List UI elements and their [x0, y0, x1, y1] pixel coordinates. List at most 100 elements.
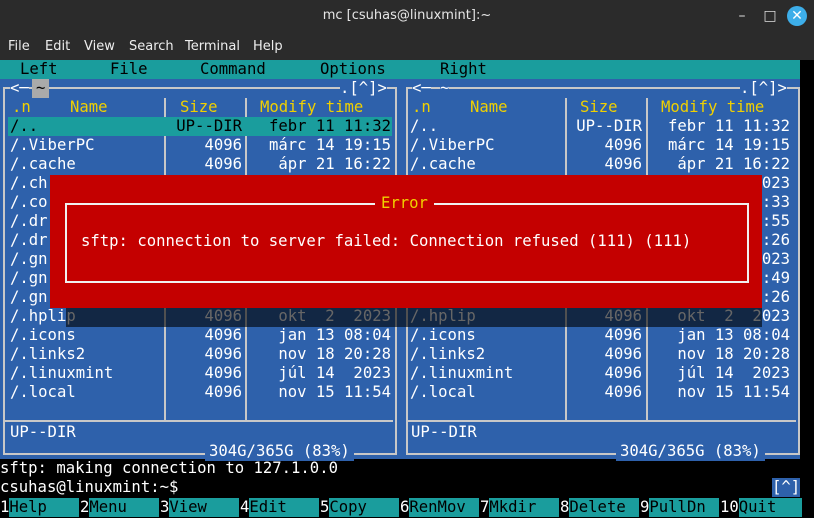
menu-help[interactable]: Help — [253, 39, 283, 54]
error-dialog-message: sftp: connection to server failed: Conne… — [81, 232, 692, 250]
fkey-pulldn[interactable]: 9PullDn — [640, 498, 720, 518]
left-row-name[interactable]: /.cache — [10, 155, 76, 174]
right-row-size[interactable]: 4096 — [567, 136, 642, 155]
shell-prompt[interactable]: csuhas@linuxmint:~$ — [0, 478, 178, 497]
right-row-size[interactable]: 4096 — [567, 155, 642, 174]
right-header-time[interactable]: Modify time — [661, 98, 764, 117]
fkey-copy[interactable]: 5Copy — [320, 498, 400, 518]
left-header-size[interactable]: Size — [180, 98, 218, 117]
left-panel-corner[interactable]: .[^]> — [340, 79, 387, 98]
fkey-label: View — [169, 498, 240, 517]
right-row-size[interactable]: 4096 — [567, 364, 642, 383]
right-row-time[interactable]: nov 15 11:54 — [649, 383, 790, 402]
history-button[interactable]: [^] — [772, 478, 801, 497]
fkey-menu[interactable]: 2Menu — [80, 498, 160, 518]
fkey-label: Copy — [329, 498, 400, 517]
right-row-time[interactable]: márc 14 19:15 — [649, 136, 790, 155]
right-header-n[interactable]: .n — [412, 98, 431, 117]
left-row-name[interactable]: /.gn — [10, 288, 48, 307]
right-row-size[interactable]: UP--DIR — [567, 117, 642, 136]
right-row-size[interactable]: 4096 — [567, 345, 642, 364]
right-row-time[interactable]: ápr 21 16:22 — [649, 155, 790, 174]
fkey-quit[interactable]: 10Quit — [720, 498, 802, 518]
fkey-view[interactable]: 3View — [160, 498, 240, 518]
left-row-time[interactable]: jan 13 08:04 — [248, 326, 391, 345]
left-row-time[interactable]: ápr 21 16:22 — [248, 155, 391, 174]
left-row-size[interactable]: 4096 — [166, 155, 242, 174]
left-row-size[interactable]: 4096 — [166, 364, 242, 383]
fkey-delete[interactable]: 8Delete — [560, 498, 640, 518]
right-row-time[interactable]: jan 13 08:04 — [649, 326, 790, 345]
right-row-name[interactable]: /.ViberPC — [410, 136, 495, 155]
console-output-line: sftp: making connection to 127.1.0.0 — [0, 459, 338, 477]
left-row-name[interactable]: /.gn — [10, 269, 48, 288]
left-row-name[interactable]: /.dr — [10, 231, 48, 250]
terminal-area[interactable]: Left File Command Options Right <─ ~ .[^… — [0, 60, 814, 518]
right-panel-path[interactable]: ~ — [440, 79, 450, 98]
fkey-mkdir[interactable]: 7Mkdir — [480, 498, 560, 518]
left-row-name[interactable]: /.co — [10, 193, 48, 212]
right-row-name[interactable]: /.cache — [410, 155, 476, 174]
mc-menu-command[interactable]: Command — [200, 60, 266, 79]
left-row-name[interactable]: /.links2 — [10, 345, 85, 364]
fkey-label: Menu — [89, 498, 160, 517]
menu-terminal[interactable]: Terminal — [185, 39, 240, 54]
right-row-name[interactable]: /.links2 — [410, 345, 485, 364]
left-row-name[interactable]: /.gn — [10, 250, 48, 269]
right-row-time[interactable]: febr 11 11:32 — [649, 117, 790, 136]
right-row-name[interactable]: /.. — [410, 117, 438, 136]
left-row-name[interactable]: /.local — [10, 383, 76, 402]
right-panel-corner[interactable]: .[^]> — [740, 79, 787, 98]
left-row-size[interactable]: UP--DIR — [166, 117, 242, 136]
left-row-time[interactable]: febr 11 11:32 — [248, 117, 391, 136]
fkey-number: 10 — [720, 498, 739, 516]
right-row-name[interactable]: /.icons — [410, 326, 476, 345]
right-header-name[interactable]: Name — [470, 98, 508, 117]
left-row-time[interactable]: júl 14 2023 — [248, 364, 391, 383]
fkey-label: Delete — [569, 498, 640, 517]
left-row-name[interactable]: /.ch — [10, 174, 48, 193]
menu-view[interactable]: View — [84, 39, 115, 54]
left-row-size[interactable]: 4096 — [166, 326, 242, 345]
left-row-size[interactable]: 4096 — [166, 383, 242, 402]
right-row-name[interactable]: /.linuxmint — [410, 364, 513, 383]
left-row-size[interactable]: 4096 — [166, 136, 242, 155]
mc-menu-left[interactable]: Left — [20, 60, 58, 79]
terminal-menubar: File Edit View Search Terminal Help — [0, 32, 814, 60]
right-row-time[interactable]: júl 14 2023 — [649, 364, 790, 383]
left-row-time[interactable]: nov 15 11:54 — [248, 383, 391, 402]
left-row-name[interactable]: /.ViberPC — [10, 136, 95, 155]
right-row-name[interactable]: /.local — [410, 383, 476, 402]
right-status-sep — [408, 420, 796, 422]
mc-menu-file[interactable]: File — [110, 60, 148, 79]
close-icon[interactable]: ✕ — [787, 6, 807, 26]
mc-menu-right[interactable]: Right — [440, 60, 487, 79]
menu-edit[interactable]: Edit — [45, 39, 70, 54]
fkey-number: 7 — [480, 498, 490, 516]
left-row-time[interactable]: nov 18 20:28 — [248, 345, 391, 364]
left-header-name[interactable]: Name — [70, 98, 108, 117]
right-row-time[interactable]: nov 18 20:28 — [649, 345, 790, 364]
menu-file[interactable]: File — [8, 39, 30, 54]
left-panel-path[interactable]: ~ — [32, 79, 50, 98]
left-header-n[interactable]: .n — [12, 98, 31, 117]
fkey-help[interactable]: 1Help — [0, 498, 80, 518]
right-row-size[interactable]: 4096 — [567, 383, 642, 402]
fkey-edit[interactable]: 4Edit — [240, 498, 320, 518]
left-row-time[interactable]: márc 14 19:15 — [248, 136, 391, 155]
right-row-size[interactable]: 4096 — [567, 326, 642, 345]
left-header-time[interactable]: Modify time — [260, 98, 363, 117]
minimize-icon[interactable]: – — [732, 6, 752, 26]
left-row-name[interactable]: /.icons — [10, 326, 76, 345]
mc-menu-options[interactable]: Options — [320, 60, 386, 79]
menu-search[interactable]: Search — [129, 39, 174, 54]
left-row-name[interactable]: /.. — [10, 117, 38, 136]
left-row-name[interactable]: /.linuxmint — [10, 364, 113, 383]
left-row-size[interactable]: 4096 — [166, 345, 242, 364]
fkey-renmov[interactable]: 6RenMov — [400, 498, 480, 518]
mc-menu-bar: Left File Command Options Right — [0, 60, 800, 79]
right-header-size[interactable]: Size — [580, 98, 618, 117]
left-row-name[interactable]: /.dr — [10, 212, 48, 231]
maximize-icon[interactable]: □ — [760, 6, 780, 26]
fkey-number: 5 — [320, 498, 330, 516]
